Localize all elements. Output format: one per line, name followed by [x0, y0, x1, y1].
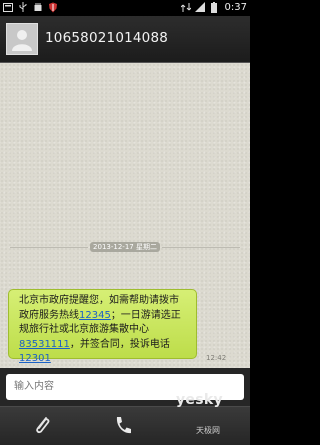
phone-link[interactable]: 12345: [79, 310, 111, 321]
status-bar: 0:37: [0, 0, 250, 16]
contact-number: 10658021014088: [45, 30, 169, 46]
message-bubble[interactable]: 北京市政府提醒您，如需帮助请拨市政府服务热线12345；一日游请选正规旅行社或北…: [8, 289, 197, 364]
android-debug-icon: [34, 3, 42, 11]
notification-icon: [3, 3, 13, 12]
message-text: ，并签合同，投诉电话: [69, 338, 170, 350]
watermark-subtitle: 天极网: [196, 426, 220, 435]
watermark-logo: yesky: [176, 392, 223, 408]
message-list[interactable]: 2013-12-17 星期二 北京市政府提醒您，如需帮助请拨市政府服务热线123…: [0, 63, 250, 368]
status-time: 0:37: [224, 2, 247, 13]
date-divider: 2013-12-17 星期二: [0, 242, 250, 252]
signal-icon: [194, 2, 205, 12]
date-label: 2013-12-17 星期二: [90, 242, 160, 252]
shield-icon: [49, 2, 57, 13]
phone-link[interactable]: 83531111: [19, 339, 70, 350]
divider-rule: [10, 247, 88, 248]
battery-icon: [210, 2, 217, 13]
network-icon: [180, 3, 191, 12]
conversation-header: 10658021014088: [0, 16, 250, 63]
paperclip-icon[interactable]: [34, 415, 52, 437]
phone-link[interactable]: 12301: [19, 353, 51, 364]
avatar[interactable]: [6, 23, 38, 55]
phone-icon[interactable]: [113, 415, 133, 437]
usb-icon: [19, 2, 27, 12]
message-time: 12:42: [206, 354, 227, 362]
divider-rule: [162, 247, 240, 248]
person-icon: [12, 30, 32, 51]
